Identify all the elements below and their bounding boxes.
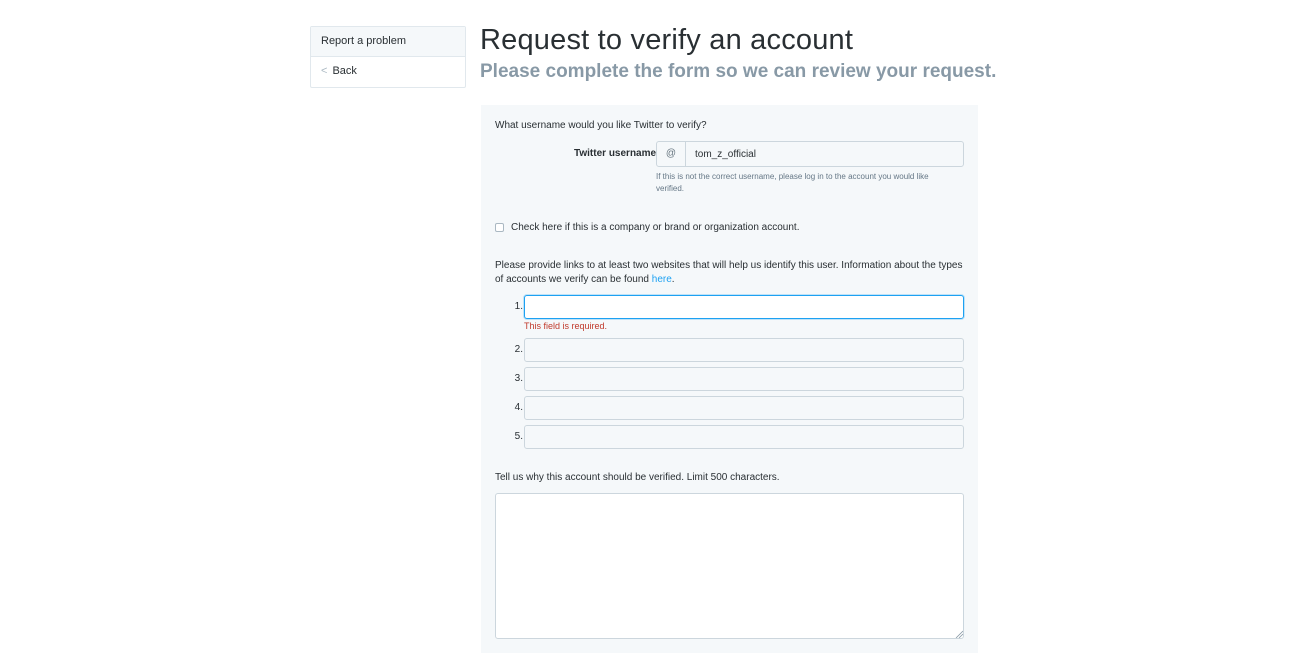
url-error-message: This field is required. (524, 321, 608, 331)
url-input-4[interactable] (524, 396, 964, 420)
links-intro: Please provide links to at least two web… (495, 259, 965, 287)
back-link[interactable]: < Back (311, 57, 465, 87)
url-input-5[interactable] (524, 425, 964, 449)
links-intro-end: . (671, 274, 675, 285)
sidebar-title: Report a problem (311, 27, 465, 57)
url-row-3: 3. (495, 367, 964, 391)
username-field: @ (656, 141, 964, 167)
page-subtitle: Please complete the form so we can revie… (480, 61, 997, 82)
url-number: 2. (514, 344, 523, 355)
accounts-info-link[interactable]: here (652, 274, 672, 285)
username-help-text: If this is not the correct username, ple… (656, 172, 929, 193)
reason-label: Tell us why this account should be verif… (495, 472, 780, 483)
url-row-2: 2. (495, 338, 964, 362)
company-checkbox[interactable] (495, 223, 504, 232)
chevron-left-icon: < (321, 65, 328, 77)
username-input[interactable] (686, 142, 963, 166)
url-row-4: 4. (495, 396, 964, 420)
company-checkbox-label: Check here if this is a company or brand… (511, 222, 800, 233)
links-intro-text: Please provide links to at least two web… (495, 260, 963, 285)
resize-handle-icon[interactable] (955, 630, 963, 638)
url-row-5: 5. (495, 425, 964, 449)
url-number: 5. (514, 431, 523, 442)
verification-form: What username would you like Twitter to … (481, 105, 978, 653)
url-number: 4. (514, 402, 523, 413)
username-label: Twitter username (574, 148, 657, 159)
url-number: 3. (514, 373, 523, 384)
at-prefix: @ (657, 142, 686, 166)
page-title: Request to verify an account (480, 24, 854, 56)
url-input-2[interactable] (524, 338, 964, 362)
url-input-1[interactable] (524, 295, 964, 319)
reason-textarea[interactable] (495, 493, 964, 639)
company-checkbox-row[interactable]: Check here if this is a company or brand… (495, 222, 800, 233)
url-input-3[interactable] (524, 367, 964, 391)
username-question: What username would you like Twitter to … (495, 120, 707, 131)
sidebar: Report a problem < Back (310, 26, 466, 88)
back-label: Back (332, 65, 357, 77)
url-number: 1. (514, 301, 523, 312)
url-row-1: 1. (495, 295, 964, 319)
